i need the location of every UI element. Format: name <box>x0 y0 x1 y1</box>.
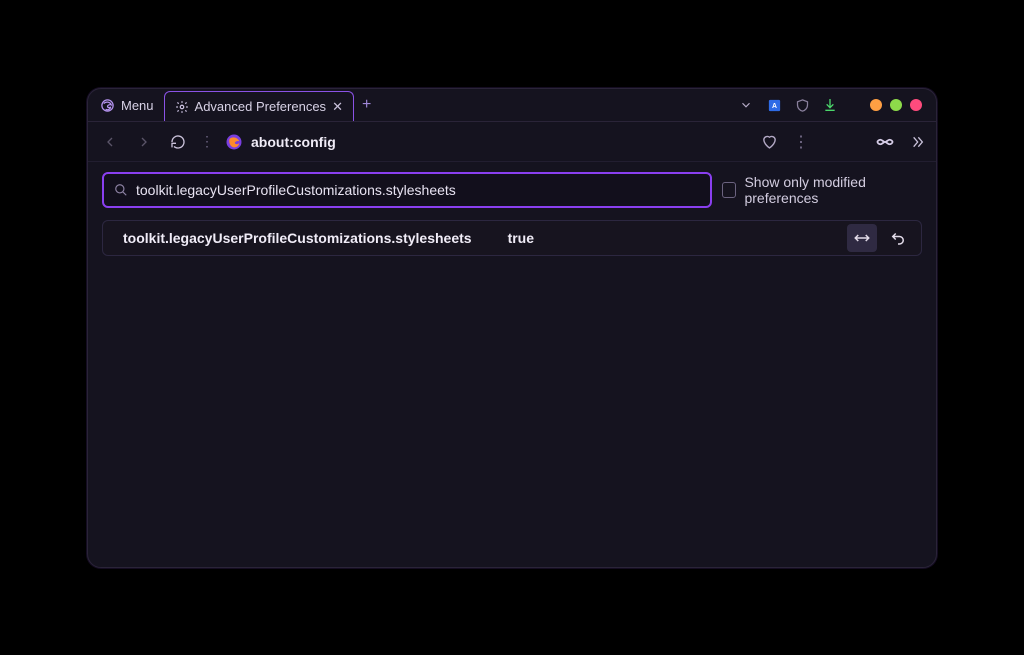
toolbar-separator: ⋮ <box>200 133 215 150</box>
menu-tab[interactable]: Menu <box>94 89 164 121</box>
address-bar[interactable]: about:config <box>225 133 750 151</box>
heart-icon[interactable] <box>760 133 778 151</box>
preference-row: toolkit.legacyUserProfileCustomizations.… <box>102 220 922 256</box>
show-modified-toggle[interactable]: Show only modified preferences <box>722 174 922 206</box>
overflow-icon[interactable] <box>908 133 926 151</box>
preference-value: true <box>508 230 534 246</box>
menu-tab-label: Menu <box>121 98 154 113</box>
browser-window: Menu Advanced Preferences ✕ + A <box>87 88 937 568</box>
download-icon[interactable] <box>822 97 838 113</box>
svg-text:A: A <box>772 103 777 110</box>
new-tab-button[interactable]: + <box>354 89 379 121</box>
chevron-down-icon[interactable] <box>738 97 754 113</box>
infinity-icon[interactable] <box>876 133 894 151</box>
reset-button[interactable] <box>883 224 913 252</box>
url-text: about:config <box>251 134 336 150</box>
tabstrip-right-tools: A <box>738 89 928 121</box>
gear-icon <box>175 100 189 114</box>
content-area: Show only modified preferences toolkit.l… <box>88 162 936 567</box>
tab-strip: Menu Advanced Preferences ✕ + A <box>88 89 936 122</box>
nav-toolbar: ⋮ about:config ⋮ <box>88 122 936 162</box>
close-window-button[interactable] <box>910 99 922 111</box>
shield-icon[interactable] <box>794 97 810 113</box>
firefox-icon <box>100 98 115 113</box>
checkbox-icon[interactable] <box>722 182 736 198</box>
back-button[interactable] <box>98 130 122 154</box>
translate-icon[interactable]: A <box>766 97 782 113</box>
close-icon[interactable]: ✕ <box>332 99 343 115</box>
reload-button[interactable] <box>166 130 190 154</box>
search-box[interactable] <box>102 172 712 208</box>
minimize-button[interactable] <box>870 99 882 111</box>
firefox-logo-icon <box>225 133 243 151</box>
toolbar-right-tools: ⋮ <box>760 133 926 151</box>
kebab-icon[interactable]: ⋮ <box>792 133 810 151</box>
search-icon <box>114 183 128 197</box>
filter-label: Show only modified preferences <box>744 174 922 206</box>
preference-name: toolkit.legacyUserProfileCustomizations.… <box>123 230 472 246</box>
tab-label: Advanced Preferences <box>195 99 327 114</box>
maximize-button[interactable] <box>890 99 902 111</box>
forward-button[interactable] <box>132 130 156 154</box>
search-row: Show only modified preferences <box>102 172 922 208</box>
tab-advanced-preferences[interactable]: Advanced Preferences ✕ <box>164 91 354 121</box>
window-controls <box>870 99 922 111</box>
toggle-button[interactable] <box>847 224 877 252</box>
search-input[interactable] <box>136 182 700 198</box>
